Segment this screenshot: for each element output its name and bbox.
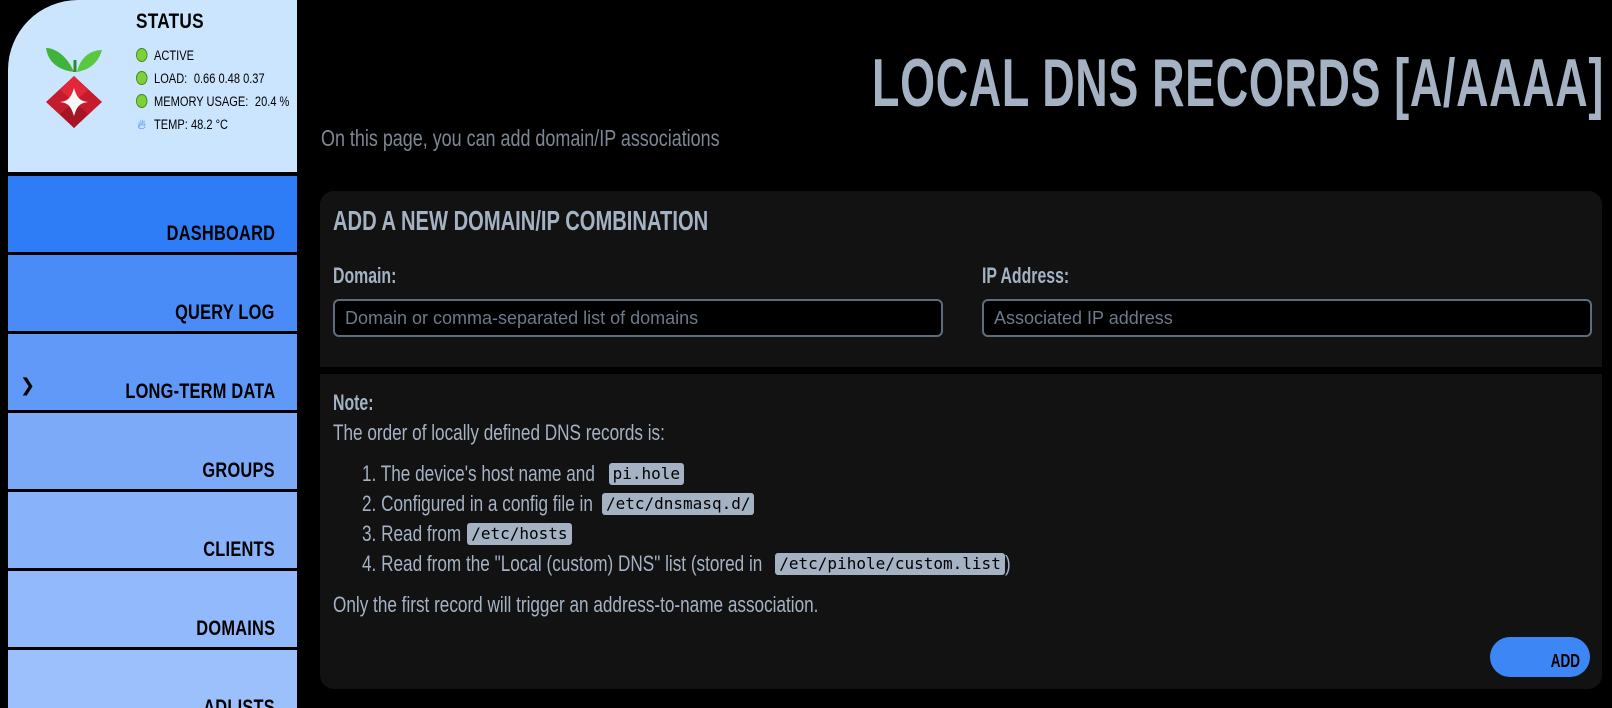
note-footer: Only the first record will trigger an ad… xyxy=(333,592,819,617)
sidebar-item-label: LONG-TERM DATA xyxy=(124,380,275,403)
status-panel: STATUS ACTIVE LOAD: 0.66 0.48 0.37 MEMOR… xyxy=(8,0,297,172)
card-title: ADD A NEW DOMAIN/IP COMBINATION xyxy=(333,205,709,236)
sidebar-item-dashboard[interactable]: DASHBOARD xyxy=(8,176,297,252)
status-load-row: LOAD: 0.66 0.48 0.37 xyxy=(136,69,265,87)
note-section: Note: The order of locally defined DNS r… xyxy=(320,374,1602,689)
list-number: 1. xyxy=(362,461,377,486)
domain-input[interactable] xyxy=(333,299,943,337)
memory-dot-icon xyxy=(136,94,148,108)
app-window: STATUS ACTIVE LOAD: 0.66 0.48 0.37 MEMOR… xyxy=(0,0,1612,708)
sidebar-item-label: ADLISTS xyxy=(203,696,275,708)
note-list-item: 4. Read from the "Local (custom) DNS" li… xyxy=(362,551,1012,577)
add-button-label: ADD xyxy=(1550,651,1580,671)
list-number: 4. xyxy=(362,551,377,576)
status-active-row: ACTIVE xyxy=(136,46,194,64)
note-list-item: 3. Read from /etc/hosts xyxy=(362,521,572,547)
add-record-card: ADD A NEW DOMAIN/IP COMBINATION Domain: … xyxy=(320,191,1602,689)
code-snippet: /etc/hosts xyxy=(467,523,572,545)
pihole-logo xyxy=(46,48,102,128)
list-text: Read from the "Local (custom) DNS" list … xyxy=(381,551,763,576)
list-text: Read from xyxy=(381,521,462,546)
note-intro: The order of locally defined DNS records… xyxy=(333,420,665,445)
status-temp-row: 🔥︎ TEMP: 48.2 °C xyxy=(136,115,228,133)
sidebar-item-label: CLIENTS xyxy=(203,538,275,561)
status-title: STATUS xyxy=(136,10,204,33)
page-subtitle: On this page, you can add domain/IP asso… xyxy=(321,125,720,151)
sidebar-item-label: DASHBOARD xyxy=(166,222,275,245)
memory-label: MEMORY USAGE: xyxy=(154,93,249,109)
code-snippet: /etc/dnsmasq.d/ xyxy=(601,493,755,515)
status-active-text: ACTIVE xyxy=(154,47,195,63)
note-label: Note: xyxy=(333,390,374,415)
sidebar: STATUS ACTIVE LOAD: 0.66 0.48 0.37 MEMOR… xyxy=(0,0,297,708)
section-divider xyxy=(320,367,1602,374)
sidebar-item-adlists[interactable]: ADLISTS xyxy=(8,650,297,708)
load-label: LOAD: xyxy=(154,70,188,86)
list-text: Configured in a config file in xyxy=(381,491,593,516)
list-number: 3. xyxy=(362,521,377,546)
list-text-after: ) xyxy=(1004,551,1011,576)
memory-value: 20.4 % xyxy=(254,93,290,109)
note-list-item: 1. The device's host name and pi.hole xyxy=(362,461,684,487)
chevron-right-icon: ❯ xyxy=(20,375,36,395)
page-title: LOCAL DNS RECORDS [A/AAAA] xyxy=(872,45,1604,121)
note-list-item: 2. Configured in a config file in /etc/d… xyxy=(362,491,755,517)
list-number: 2. xyxy=(362,491,377,516)
ip-address-input[interactable] xyxy=(982,299,1592,337)
sidebar-item-clients[interactable]: CLIENTS xyxy=(8,492,297,568)
load-dot-icon xyxy=(136,71,148,85)
main-content: LOCAL DNS RECORDS [A/AAAA] On this page,… xyxy=(297,0,1612,708)
sidebar-item-domains[interactable]: DOMAINS xyxy=(8,571,297,647)
domain-label: Domain: xyxy=(333,263,397,288)
load-value: 0.66 0.48 0.37 xyxy=(193,70,265,86)
ip-address-label: IP Address: xyxy=(982,263,1070,288)
sidebar-item-label: QUERY LOG xyxy=(175,301,275,324)
sidebar-item-label: GROUPS xyxy=(202,459,275,482)
status-dot-icon xyxy=(136,48,148,62)
code-snippet: /etc/pihole/custom.list xyxy=(775,553,1005,575)
sidebar-item-long-term-data[interactable]: ❯ LONG-TERM DATA xyxy=(8,334,297,410)
sidebar-item-query-log[interactable]: QUERY LOG xyxy=(8,255,297,331)
add-button[interactable]: ADD xyxy=(1490,637,1590,677)
sidebar-item-groups[interactable]: GROUPS xyxy=(8,413,297,489)
list-text: The device's host name and xyxy=(380,461,595,486)
form-section: ADD A NEW DOMAIN/IP COMBINATION Domain: … xyxy=(320,191,1602,367)
flame-icon: 🔥︎ xyxy=(137,115,146,132)
sidebar-item-label: DOMAINS xyxy=(196,617,275,640)
status-memory-row: MEMORY USAGE: 20.4 % xyxy=(136,92,289,110)
code-snippet: pi.hole xyxy=(608,463,684,485)
temp-text: TEMP: 48.2 °C xyxy=(154,116,228,132)
